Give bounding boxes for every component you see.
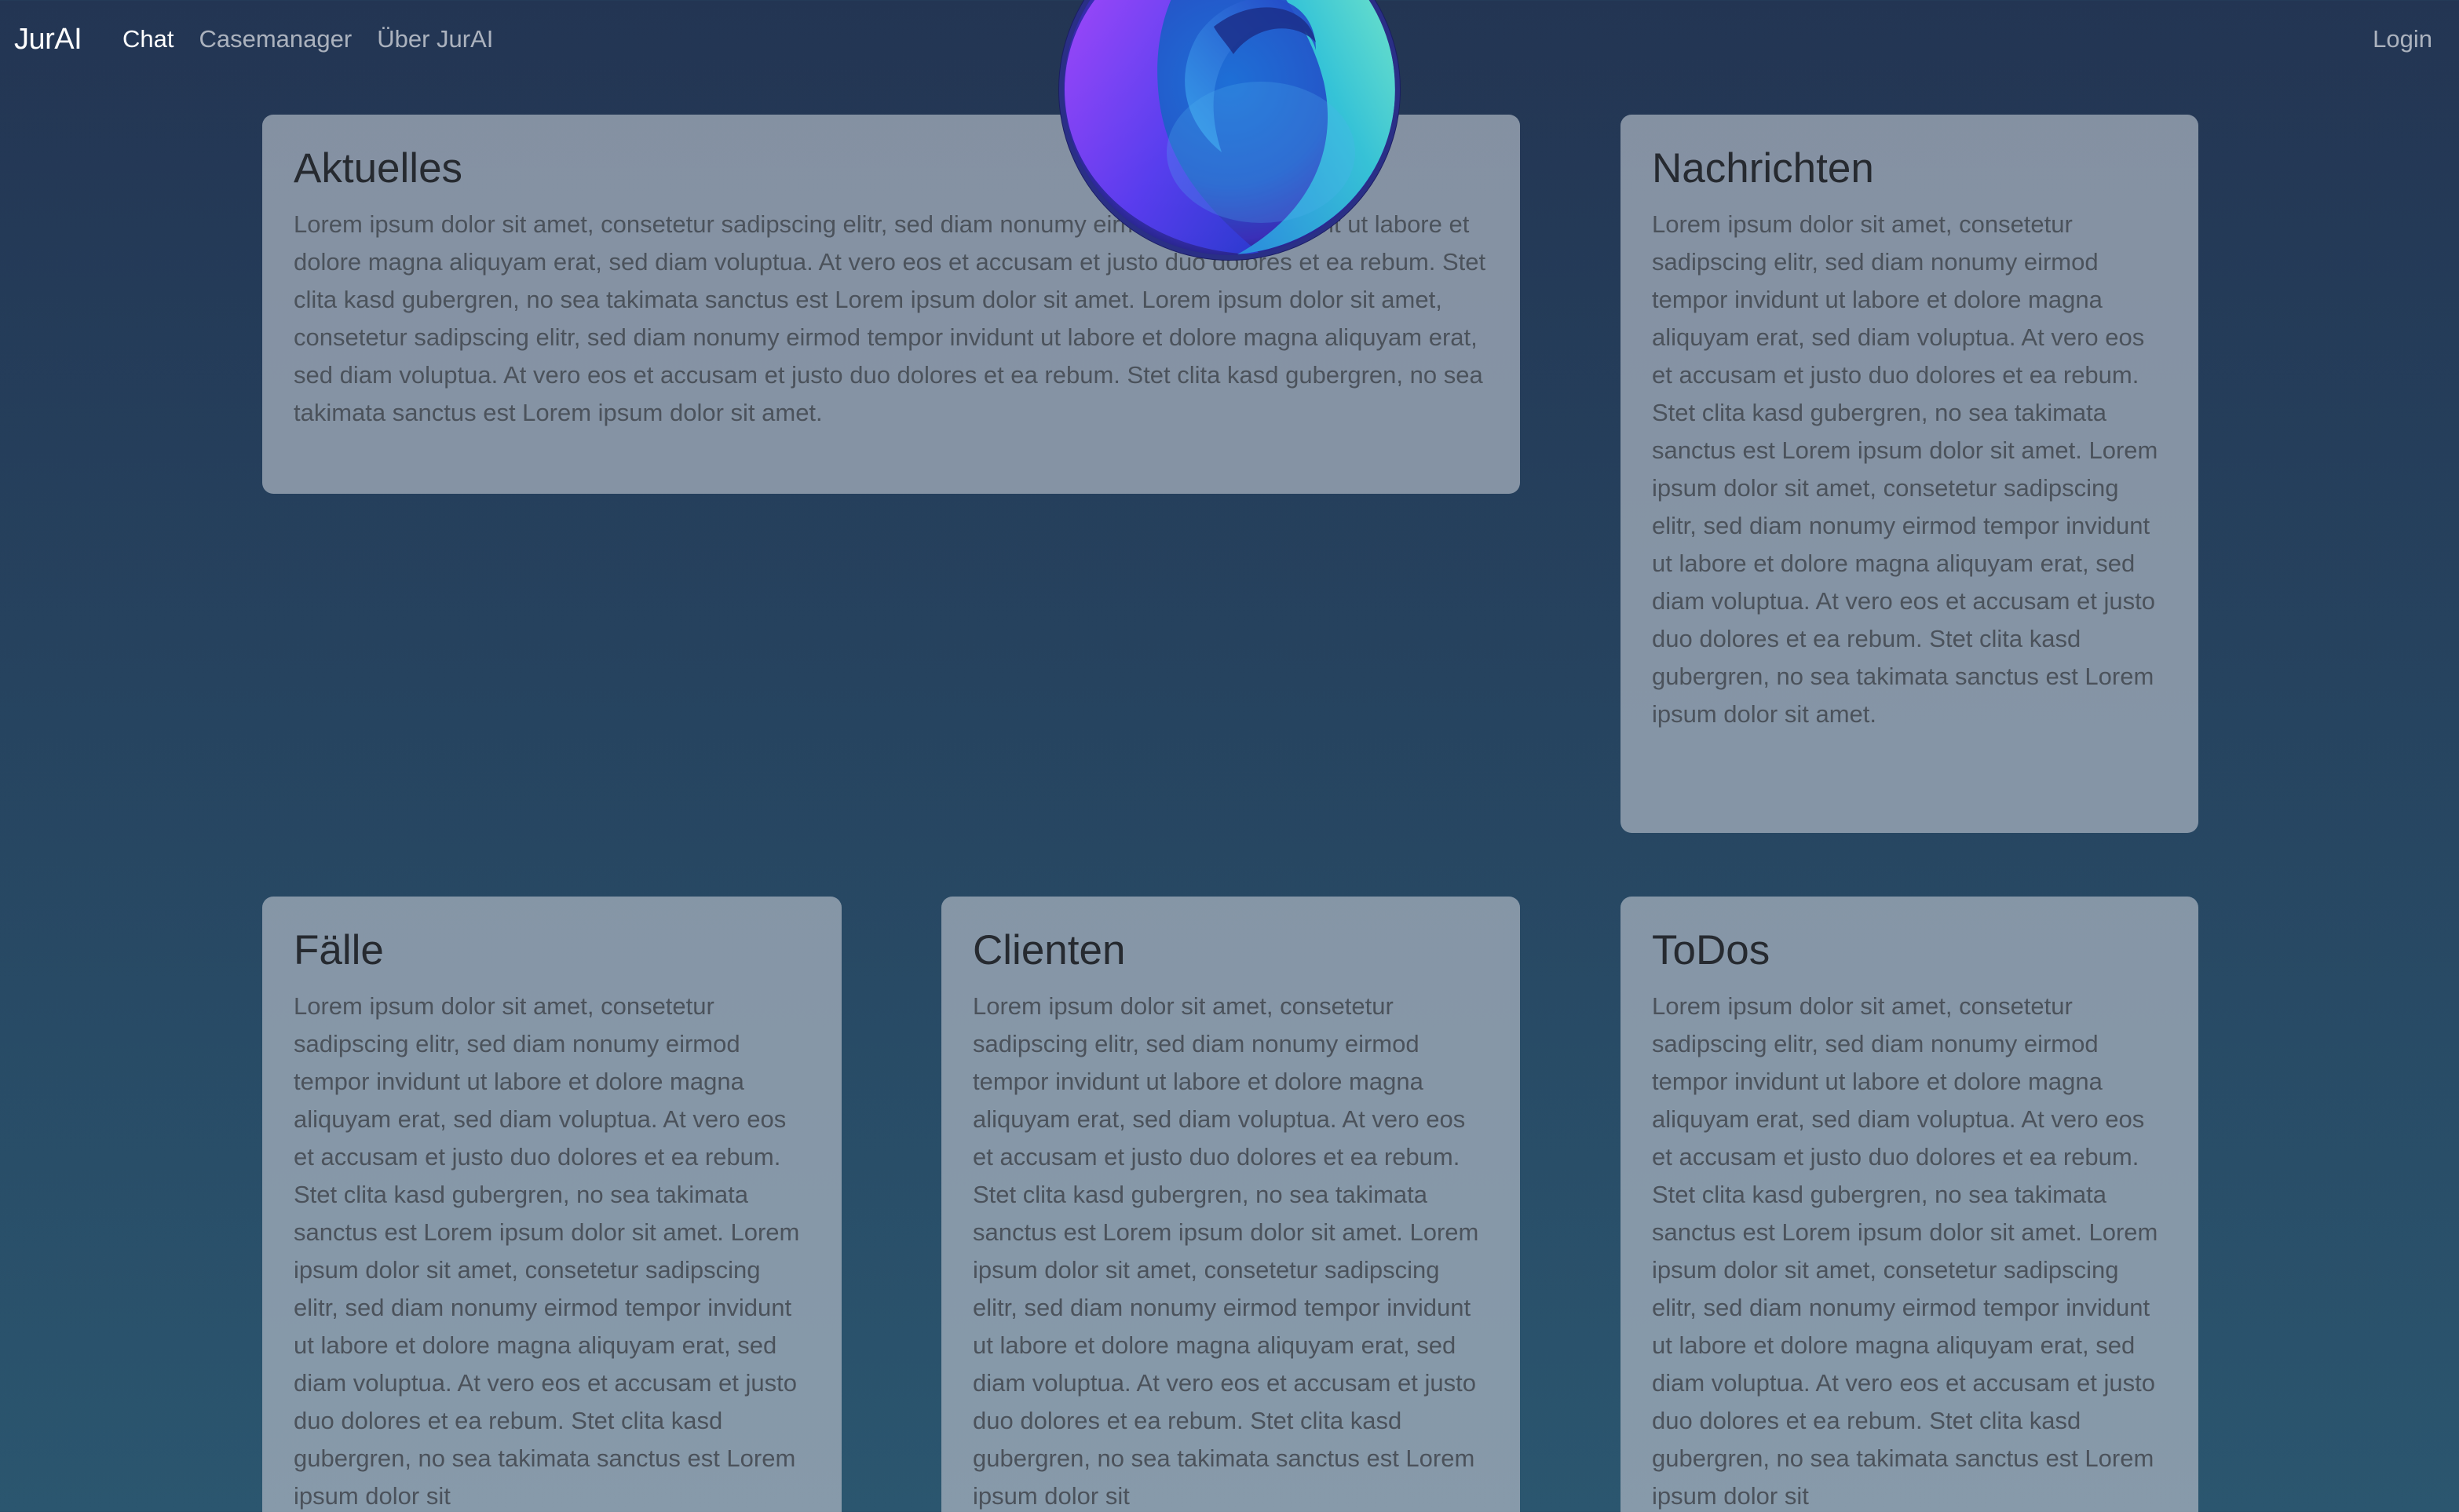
nav-link-chat[interactable]: Chat — [122, 17, 174, 61]
card-todos: ToDos Lorem ipsum dolor sit amet, conset… — [1620, 897, 2198, 1512]
nav-link-casemanager[interactable]: Casemanager — [199, 17, 352, 61]
card-title: Nachrichten — [1652, 145, 1874, 192]
card-faelle: Fälle Lorem ipsum dolor sit amet, conset… — [262, 897, 842, 1512]
brand-link[interactable]: JurAI — [14, 17, 82, 61]
card-text: Lorem ipsum dolor sit amet, consetetur s… — [973, 992, 1479, 1510]
card-title: ToDos — [1652, 927, 1770, 973]
orb-logo-icon — [1057, 0, 1402, 262]
orb-logo-svg — [1058, 0, 1401, 261]
card-text: Lorem ipsum dolor sit amet, consetetur s… — [294, 992, 800, 1510]
card-nachrichten: Nachrichten Lorem ipsum dolor sit amet, … — [1620, 115, 2198, 833]
card-text: Lorem ipsum dolor sit amet, consetetur s… — [1652, 210, 2158, 728]
card-clienten: Clienten Lorem ipsum dolor sit amet, con… — [941, 897, 1520, 1512]
nav-links: Chat Casemanager Über JurAI — [122, 17, 493, 61]
login-link[interactable]: Login — [2373, 17, 2432, 61]
card-text: Lorem ipsum dolor sit amet, consetetur s… — [1652, 992, 2158, 1510]
card-title: Fälle — [294, 927, 384, 973]
nav-link-ueber-jurai[interactable]: Über JurAI — [377, 17, 493, 61]
card-title: Clienten — [973, 927, 1126, 973]
